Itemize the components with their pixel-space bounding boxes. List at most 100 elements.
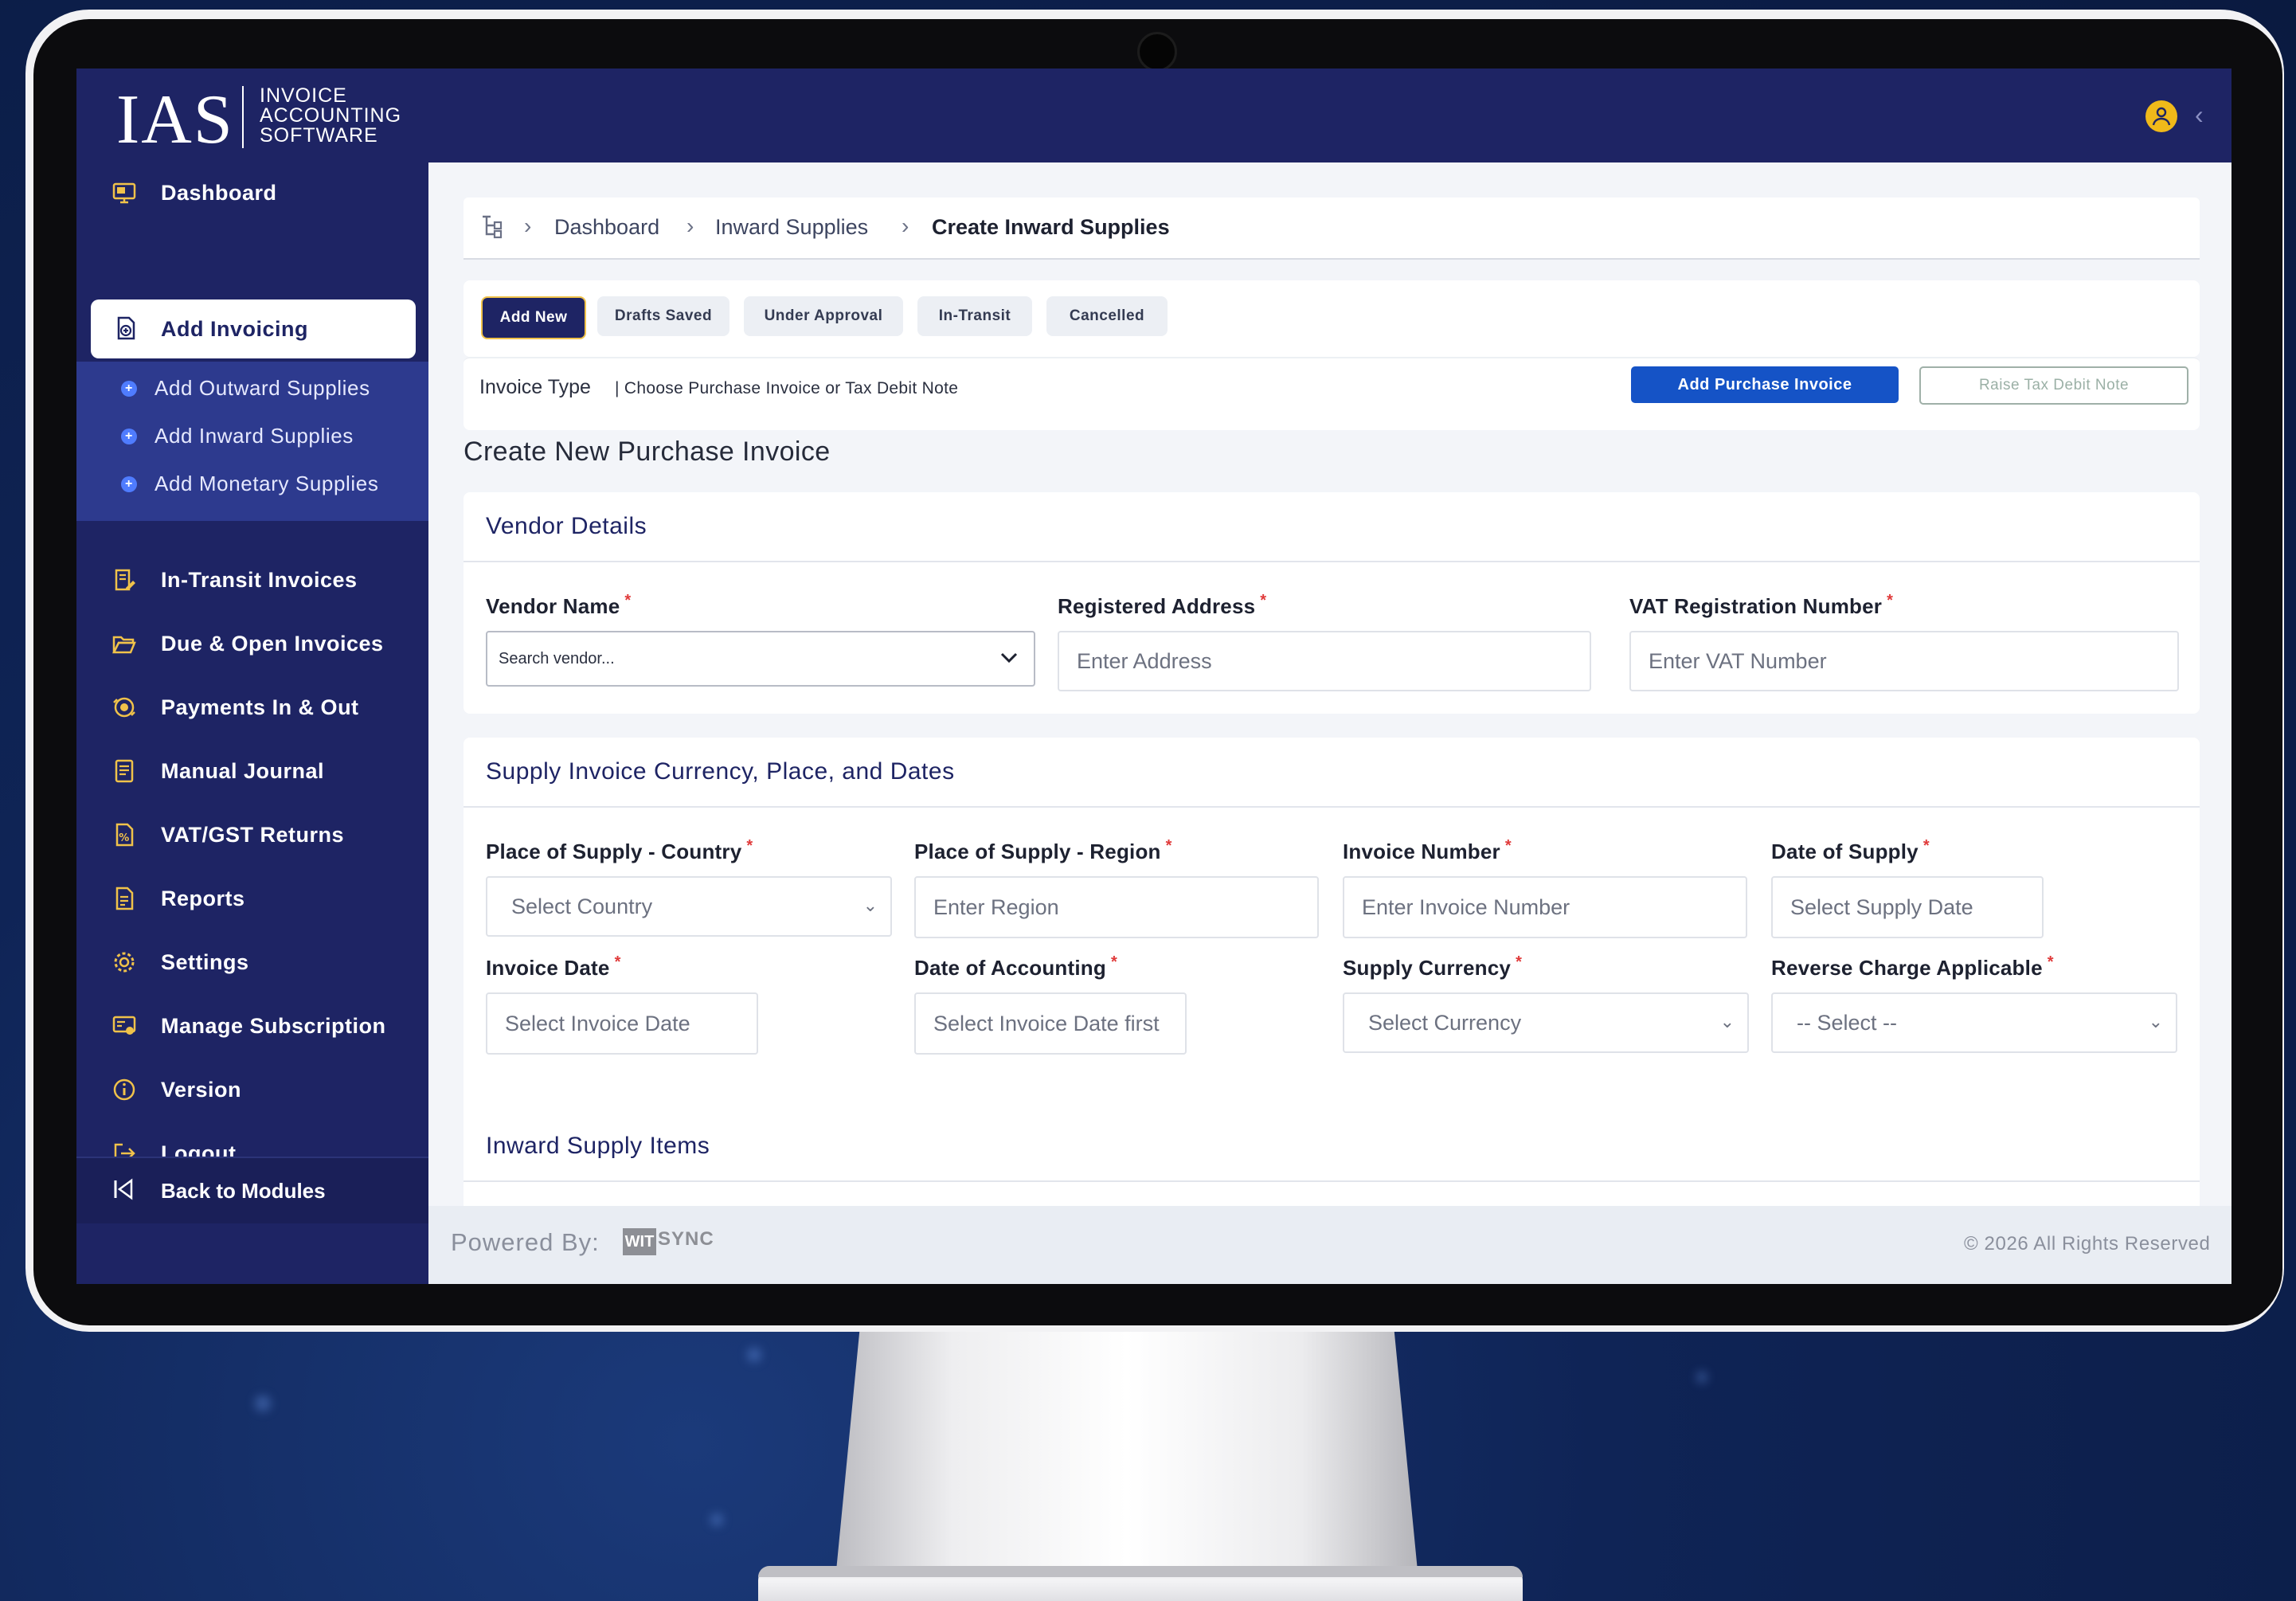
- country-select[interactable]: Select Country ⌄: [486, 876, 892, 937]
- supply-currency-select[interactable]: Select Currency ⌄: [1343, 992, 1749, 1053]
- top-bar: IAS INVOICE ACCOUNTING SOFTWARE ‹: [76, 69, 2231, 162]
- folder-open-icon: [111, 636, 136, 654]
- vendor-search-select[interactable]: Search vendor...: [486, 631, 1035, 687]
- tab-add-new[interactable]: Add New: [481, 296, 586, 339]
- page-title: Create New Purchase Invoice: [464, 436, 831, 467]
- sidebar-item-label: Reports: [161, 886, 245, 910]
- required-mark: *: [2047, 953, 2054, 971]
- invoice-number-input[interactable]: Enter Invoice Number: [1343, 876, 1747, 938]
- reverse-charge-select[interactable]: -- Select -- ⌄: [1771, 992, 2177, 1053]
- sidebar-item-manual-journal[interactable]: Manual Journal: [76, 746, 428, 797]
- sidebar-item-reports[interactable]: Reports: [76, 873, 428, 924]
- sidebar-item-label: Due & Open Invoices: [161, 631, 384, 656]
- country-label: Place of Supply - Country *: [486, 837, 753, 864]
- registered-address-input[interactable]: Enter Address: [1058, 631, 1591, 691]
- label-text: Vendor Name: [486, 594, 620, 618]
- report-icon: [115, 887, 134, 910]
- sidebar-item-label: Dashboard: [161, 180, 277, 205]
- required-mark: *: [1516, 953, 1523, 971]
- sidebar-item-due-open[interactable]: Due & Open Invoices: [76, 618, 428, 669]
- back-to-modules-button[interactable]: Back to Modules: [76, 1157, 428, 1223]
- vendor-name-label: Vendor Name *: [486, 592, 632, 619]
- vat-number-label: VAT Registration Number *: [1629, 592, 1894, 619]
- address-placeholder: Enter Address: [1077, 648, 1212, 673]
- required-mark: *: [624, 592, 632, 609]
- label-text: VAT Registration Number: [1629, 594, 1883, 618]
- tab-in-transit[interactable]: In-Transit: [917, 296, 1032, 336]
- sidebar-item-label: Manage Subscription: [161, 1013, 386, 1038]
- date-of-supply-label: Date of Supply *: [1771, 837, 1930, 864]
- label-text: Invoice Date: [486, 956, 610, 980]
- sidebar-subitem-label: Add Outward Supplies: [155, 376, 370, 400]
- sidebar-item-version[interactable]: Version: [76, 1064, 428, 1115]
- sidebar-item-label: Manual Journal: [161, 758, 325, 783]
- user-avatar-icon[interactable]: [2145, 100, 2177, 132]
- sidebar-subitem-monetary[interactable]: + Add Monetary Supplies: [76, 462, 428, 507]
- camera-icon: [1137, 32, 1177, 72]
- required-mark: *: [746, 837, 753, 855]
- logo-line-1: INVOICE: [260, 84, 347, 107]
- sidebar-subitem-inward[interactable]: + Add Inward Supplies: [76, 414, 428, 459]
- witsync-logo: WIT: [623, 1228, 656, 1255]
- section-divider: [464, 561, 2200, 562]
- required-mark: *: [1887, 592, 1894, 609]
- sidebar-item-vat-gst[interactable]: % VAT/GST Returns: [76, 809, 428, 860]
- tab-cancelled[interactable]: Cancelled: [1046, 296, 1168, 336]
- accounting-date-input[interactable]: Select Invoice Date first: [914, 992, 1187, 1055]
- witsync-logo-text: SYNC: [658, 1228, 714, 1250]
- collapse-chevron-icon[interactable]: ‹: [2195, 100, 2204, 130]
- supply-details-card: [464, 738, 2200, 1160]
- breadcrumb-separator-icon: ›: [902, 213, 909, 238]
- chevron-down-icon: ⌄: [862, 895, 878, 915]
- chevron-down-icon: ⌄: [2148, 1012, 2163, 1031]
- sidebar-submenu: + Add Outward Supplies + Add Inward Supp…: [76, 362, 428, 521]
- edit-document-icon: [115, 569, 135, 591]
- supply-currency-label: Supply Currency *: [1343, 953, 1523, 981]
- tab-under-approval[interactable]: Under Approval: [744, 296, 903, 336]
- sidebar-item-in-transit[interactable]: In-Transit Invoices: [76, 554, 428, 605]
- invoice-date-input[interactable]: Select Invoice Date: [486, 992, 758, 1055]
- sidebar: Dashboard Add Invoicing + Add Outward Su…: [76, 162, 428, 1284]
- invoice-date-label: Invoice Date *: [486, 953, 621, 981]
- sidebar-subitem-label: Add Inward Supplies: [155, 424, 354, 448]
- invoice-type-label: Invoice Type: [479, 376, 591, 398]
- chevron-down-icon: ⌄: [1719, 1012, 1735, 1031]
- raise-tax-debit-note-button[interactable]: Raise Tax Debit Note: [1919, 366, 2188, 405]
- sidebar-item-add-invoicing[interactable]: Add Invoicing: [91, 299, 416, 358]
- background-glow: [747, 1348, 761, 1362]
- sidebar-item-label: Add Invoicing: [161, 316, 308, 341]
- sidebar-subitem-outward[interactable]: + Add Outward Supplies: [76, 366, 428, 411]
- logo-subtitle: INVOICE ACCOUNTING SOFTWARE: [260, 86, 401, 146]
- vat-placeholder: Enter VAT Number: [1649, 648, 1827, 673]
- journal-icon: [115, 759, 134, 783]
- label-text: Date of Supply: [1771, 840, 1919, 863]
- plus-icon: +: [121, 381, 137, 397]
- section-divider: [464, 806, 2200, 808]
- copyright-text: © 2026 All Rights Reserved: [1964, 1233, 2211, 1255]
- sidebar-item-subscription[interactable]: Manage Subscription: [76, 1000, 428, 1051]
- invoice-type-hint: | Choose Purchase Invoice or Tax Debit N…: [615, 379, 959, 397]
- logo-mark: IAS: [116, 81, 234, 159]
- vat-number-input[interactable]: Enter VAT Number: [1629, 631, 2179, 691]
- sidebar-item-payments[interactable]: Payments In & Out: [76, 682, 428, 733]
- label-text: Place of Supply - Region: [914, 840, 1161, 863]
- reverse-charge-selected-value: -- Select --: [1797, 1010, 1898, 1035]
- label-text: Supply Currency: [1343, 956, 1512, 980]
- tab-drafts-saved[interactable]: Drafts Saved: [597, 296, 729, 336]
- required-mark: *: [1165, 837, 1172, 855]
- back-to-start-icon: [114, 1178, 133, 1200]
- sidebar-item-label: In-Transit Invoices: [161, 567, 358, 592]
- registered-address-label: Registered Address *: [1058, 592, 1266, 619]
- breadcrumb-dashboard[interactable]: Dashboard: [554, 215, 659, 240]
- tax-return-icon: %: [115, 823, 134, 847]
- region-input[interactable]: Enter Region: [914, 876, 1319, 938]
- required-mark: *: [1110, 953, 1117, 971]
- sidebar-item-settings[interactable]: Settings: [76, 937, 428, 988]
- date-of-supply-input[interactable]: Select Supply Date: [1771, 876, 2044, 938]
- breadcrumb-inward-supplies[interactable]: Inward Supplies: [715, 215, 868, 240]
- sidebar-item-dashboard[interactable]: Dashboard: [76, 167, 428, 218]
- add-purchase-invoice-button[interactable]: Add Purchase Invoice: [1631, 366, 1899, 403]
- sidebar-subitem-label: Add Monetary Supplies: [155, 472, 379, 495]
- plus-icon: +: [121, 476, 137, 492]
- invoice-date-placeholder: Select Invoice Date: [505, 1011, 690, 1035]
